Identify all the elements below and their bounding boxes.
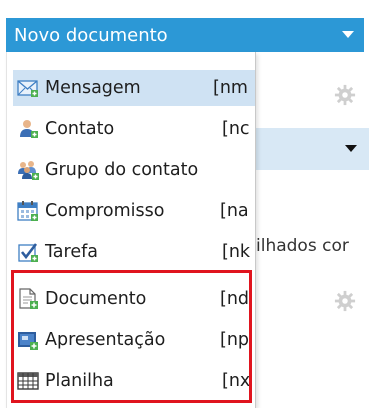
chevron-down-icon[interactable] [342,31,354,38]
menu-item-shortcut: [nm [213,78,248,98]
gear-icon[interactable] [334,290,356,312]
menu-item-shortcut: [nk [222,242,251,262]
calendar-icon [17,200,39,222]
menu-item-label: Mensagem [45,78,141,98]
presentation-icon [17,329,39,351]
task-check-icon [17,241,39,263]
menu-item-contact[interactable]: Contato [nc [13,111,255,147]
menu-item-document[interactable]: Documento [nd [13,281,255,317]
menu-item-label: Grupo do contato [45,160,199,180]
new-document-label: Novo documento [14,24,168,46]
gear-icon[interactable] [334,84,356,106]
menu-item-task[interactable]: Tarefa [nk [13,234,255,270]
menu-item-presentation[interactable]: Apresentação [np [13,322,255,358]
menu-item-label: Tarefa [45,242,98,262]
contact-icon [17,118,39,140]
menu-item-contact-group[interactable]: Grupo do contato [13,152,255,188]
menu-item-label: Apresentação [45,330,166,350]
document-icon [17,288,39,310]
menu-item-label: Contato [45,119,115,139]
new-document-menu: Mensagem [nm Contato [nc Grupo do contat… [6,52,256,408]
menu-item-message[interactable]: Mensagem [nm [13,70,255,106]
background-partial-text: ilhados cor [256,236,349,256]
menu-item-label: Documento [45,289,147,309]
menu-item-shortcut: [nx [222,371,251,391]
contact-group-icon [17,159,39,181]
menu-item-shortcut: [na [220,201,249,221]
background-dropdown-bar[interactable] [254,128,369,170]
menu-item-spreadsheet[interactable]: Planilha [nx [13,363,255,399]
menu-item-appointment[interactable]: Compromisso [na [13,193,255,229]
menu-item-shortcut: [nd [220,289,250,309]
menu-item-shortcut: [np [220,330,250,350]
menu-item-shortcut: [nc [222,119,250,139]
menu-item-label: Planilha [45,371,114,391]
new-document-button[interactable]: Novo documento [6,18,364,52]
menu-item-label: Compromisso [45,201,165,221]
envelope-icon [17,77,39,99]
spreadsheet-icon [17,370,39,392]
chevron-down-icon[interactable] [345,145,357,152]
